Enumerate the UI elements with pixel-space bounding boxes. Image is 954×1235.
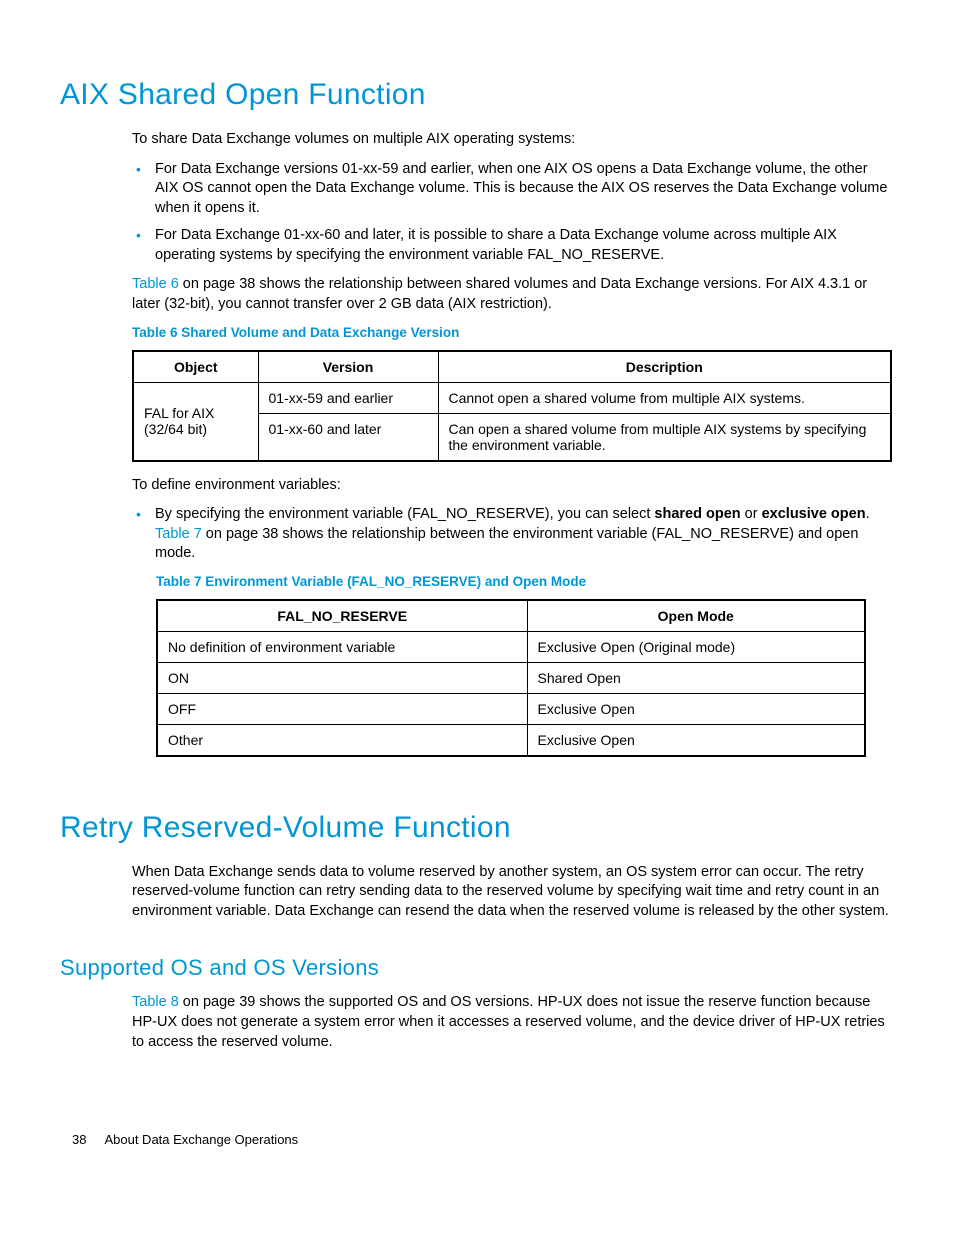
table6: Object Version Description FAL for AIX (… [132, 350, 892, 462]
table-cell: 01-xx-60 and later [258, 413, 438, 461]
table-row: ON Shared Open [157, 662, 865, 693]
heading-supported-os: Supported OS and OS Versions [60, 955, 894, 981]
table-header: Open Mode [527, 600, 865, 632]
table-cell: Can open a shared volume from multiple A… [438, 413, 891, 461]
table-row: OFF Exclusive Open [157, 693, 865, 724]
table-header: Description [438, 351, 891, 383]
table-row: Object Version Description [133, 351, 891, 383]
table8-link[interactable]: Table 8 [132, 994, 179, 1010]
aix-bullet-list: For Data Exchange versions 01-xx-59 and … [132, 160, 894, 266]
bold-text: exclusive open [762, 506, 866, 522]
table-header: FAL_NO_RESERVE [157, 600, 527, 632]
aix-intro-paragraph: To share Data Exchange volumes on multip… [132, 130, 894, 150]
text: or [741, 506, 762, 522]
table-header: Version [258, 351, 438, 383]
table6-link[interactable]: Table 6 [132, 276, 179, 292]
supported-os-paragraph: Table 8 on page 39 shows the supported O… [132, 993, 894, 1052]
bold-text: shared open [654, 506, 740, 522]
table-cell: FAL for AIX (32/64 bit) [133, 382, 258, 461]
table-cell: Shared Open [527, 662, 865, 693]
footer-chapter-title: About Data Exchange Operations [104, 1132, 298, 1147]
text: on page 38 shows the relationship betwee… [132, 276, 867, 312]
text: . [866, 506, 870, 522]
list-item: For Data Exchange 01-xx-60 and later, it… [132, 226, 894, 265]
page-number: 38 [72, 1132, 86, 1147]
text: By specifying the environment variable (… [155, 506, 654, 522]
table-cell: Exclusive Open [527, 724, 865, 756]
table7-caption: Table 7 Environment Variable (FAL_NO_RES… [156, 574, 894, 589]
table-row: Other Exclusive Open [157, 724, 865, 756]
table-cell: ON [157, 662, 527, 693]
table-cell: OFF [157, 693, 527, 724]
env-bullet-list: By specifying the environment variable (… [132, 505, 894, 564]
table-row: FAL_NO_RESERVE Open Mode [157, 600, 865, 632]
table-row: No definition of environment variable Ex… [157, 631, 865, 662]
table-cell: No definition of environment variable [157, 631, 527, 662]
page-footer: 38 About Data Exchange Operations [72, 1132, 298, 1147]
list-item: By specifying the environment variable (… [132, 505, 894, 564]
aix-table-ref-paragraph: Table 6 on page 38 shows the relationshi… [132, 275, 894, 314]
table7: FAL_NO_RESERVE Open Mode No definition o… [156, 599, 866, 757]
text: on page 38 shows the relationship betwee… [155, 526, 858, 562]
table-header: Object [133, 351, 258, 383]
text: on page 39 shows the supported OS and OS… [132, 994, 885, 1049]
table-cell: Exclusive Open [527, 693, 865, 724]
heading-aix-shared-open: AIX Shared Open Function [60, 78, 894, 112]
table7-link[interactable]: Table 7 [155, 526, 202, 542]
table6-caption: Table 6 Shared Volume and Data Exchange … [132, 325, 894, 340]
retry-paragraph: When Data Exchange sends data to volume … [132, 863, 894, 922]
table-cell: 01-xx-59 and earlier [258, 382, 438, 413]
table-cell: Other [157, 724, 527, 756]
heading-retry-reserved: Retry Reserved-Volume Function [60, 811, 894, 845]
table-cell: Cannot open a shared volume from multipl… [438, 382, 891, 413]
table-cell: Exclusive Open (Original mode) [527, 631, 865, 662]
table-row: FAL for AIX (32/64 bit) 01-xx-59 and ear… [133, 382, 891, 413]
env-intro-paragraph: To define environment variables: [132, 476, 894, 496]
list-item: For Data Exchange versions 01-xx-59 and … [132, 160, 894, 219]
